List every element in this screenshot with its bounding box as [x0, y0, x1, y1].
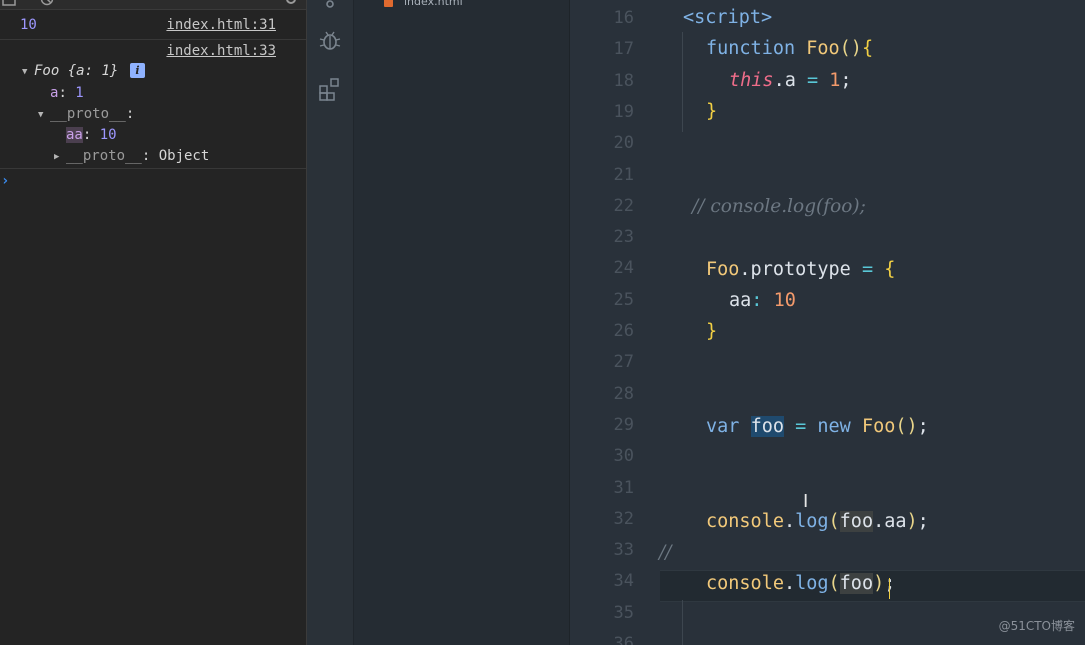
line-number: 17	[613, 39, 634, 60]
code-line-18: this.a = 1;	[729, 70, 852, 91]
console-prompt[interactable]: ›	[1, 173, 9, 189]
line-number: 24	[613, 258, 634, 279]
selected-word: foo	[750, 416, 784, 437]
debug-icon[interactable]	[317, 28, 343, 54]
code-line-16: <script>	[683, 7, 773, 28]
html-file-icon	[384, 0, 393, 7]
line-number: 29	[613, 414, 634, 435]
expand-triangle-icon[interactable]: ▼	[22, 67, 27, 77]
object-preview: {a: 1}	[67, 63, 119, 79]
explorer-file-item[interactable]: index.html	[384, 0, 463, 8]
line-number: 19	[613, 101, 634, 122]
property-key: __proto__	[50, 106, 126, 122]
expand-triangle-icon[interactable]: ▼	[38, 110, 43, 120]
line-number: 22	[613, 195, 634, 216]
code-line-34: console.log(foo);	[706, 573, 895, 594]
property-key: aa	[66, 127, 83, 143]
line-number: 16	[613, 8, 634, 28]
code-line-24: Foo.prototype = {	[706, 259, 896, 280]
line-number: 32	[613, 508, 634, 529]
line-number: 36	[613, 634, 634, 645]
object-class-name: Foo	[34, 63, 60, 79]
line-number: 33	[613, 540, 634, 561]
property-key: __proto__	[66, 148, 142, 164]
matched-word: foo	[839, 511, 874, 532]
console-log-value: 10	[20, 17, 37, 33]
indent-guide	[682, 32, 683, 132]
code-line-19: }	[706, 101, 718, 122]
code-line-26: }	[706, 321, 718, 342]
property-value: 10	[99, 127, 117, 143]
line-number: 25	[613, 289, 634, 310]
inner-proto[interactable]: __proto__: Object	[66, 148, 209, 164]
object-summary[interactable]: Foo {a: 1}	[34, 63, 118, 79]
line-number: 31	[613, 477, 634, 498]
watermark: @51CTO博客	[998, 619, 1075, 633]
code-line-17: function Foo(){	[706, 38, 874, 59]
devtools-console-panel: 10 index.html:31 index.html:33 ▼ Foo {a:…	[0, 0, 307, 645]
mouse-ibeam-icon: I	[803, 491, 809, 512]
collapsed-triangle-icon[interactable]: ▶	[54, 152, 59, 162]
source-control-icon[interactable]	[317, 0, 343, 12]
line-number: 34	[613, 571, 634, 592]
line-number: 28	[613, 383, 634, 404]
line-number: 35	[613, 602, 634, 623]
console-toolbar	[0, 0, 306, 10]
code-line-33: //	[659, 542, 672, 563]
console-source-link[interactable]: index.html:31	[166, 17, 276, 33]
object-property-a: a: 1	[50, 85, 84, 101]
proto-property-aa: aa: 10	[66, 127, 117, 143]
console-message-row: 10 index.html:31	[0, 10, 306, 40]
code-line-22: // console.log(foo);	[692, 196, 866, 217]
code-line-32: console.log(foo.aa);	[706, 511, 929, 532]
object-proto[interactable]: __proto__:	[50, 106, 134, 122]
line-number: 21	[613, 164, 634, 185]
text-cursor	[889, 578, 890, 599]
line-number: 23	[613, 227, 634, 248]
activity-bar	[307, 0, 354, 645]
code-editor[interactable]: 16 17 18 19 20 21 22 23 24 25 26 27 28 29 30 31 32 33 34 35…	[570, 0, 1085, 645]
line-number-gutter: 16 17 18 19 20 21 22 23 24 25 26 27 28 29 30 31 32 33 34 35…	[570, 0, 650, 645]
property-value: 1	[75, 85, 84, 101]
info-badge-icon[interactable]: i	[130, 63, 145, 78]
line-number: 27	[613, 352, 634, 373]
indent-guide	[682, 600, 683, 645]
line-number: 26	[613, 321, 634, 341]
matched-word: foo	[839, 573, 874, 594]
line-number: 30	[613, 446, 634, 467]
code-line-25: aa: 10	[729, 290, 796, 311]
console-source-link[interactable]: index.html:33	[166, 43, 276, 59]
file-explorer: index.html	[354, 0, 570, 645]
line-number: 18	[613, 70, 634, 91]
clear-console-icon[interactable]	[40, 0, 54, 6]
console-settings-icon[interactable]	[284, 0, 298, 6]
extensions-icon[interactable]	[317, 76, 343, 102]
sidebar-toggle-icon[interactable]	[2, 0, 16, 6]
property-value: Object	[158, 148, 210, 164]
line-number: 20	[613, 133, 634, 154]
explorer-file-label: index.html	[404, 0, 463, 8]
code-line-29: var foo = new Foo();	[706, 416, 929, 437]
